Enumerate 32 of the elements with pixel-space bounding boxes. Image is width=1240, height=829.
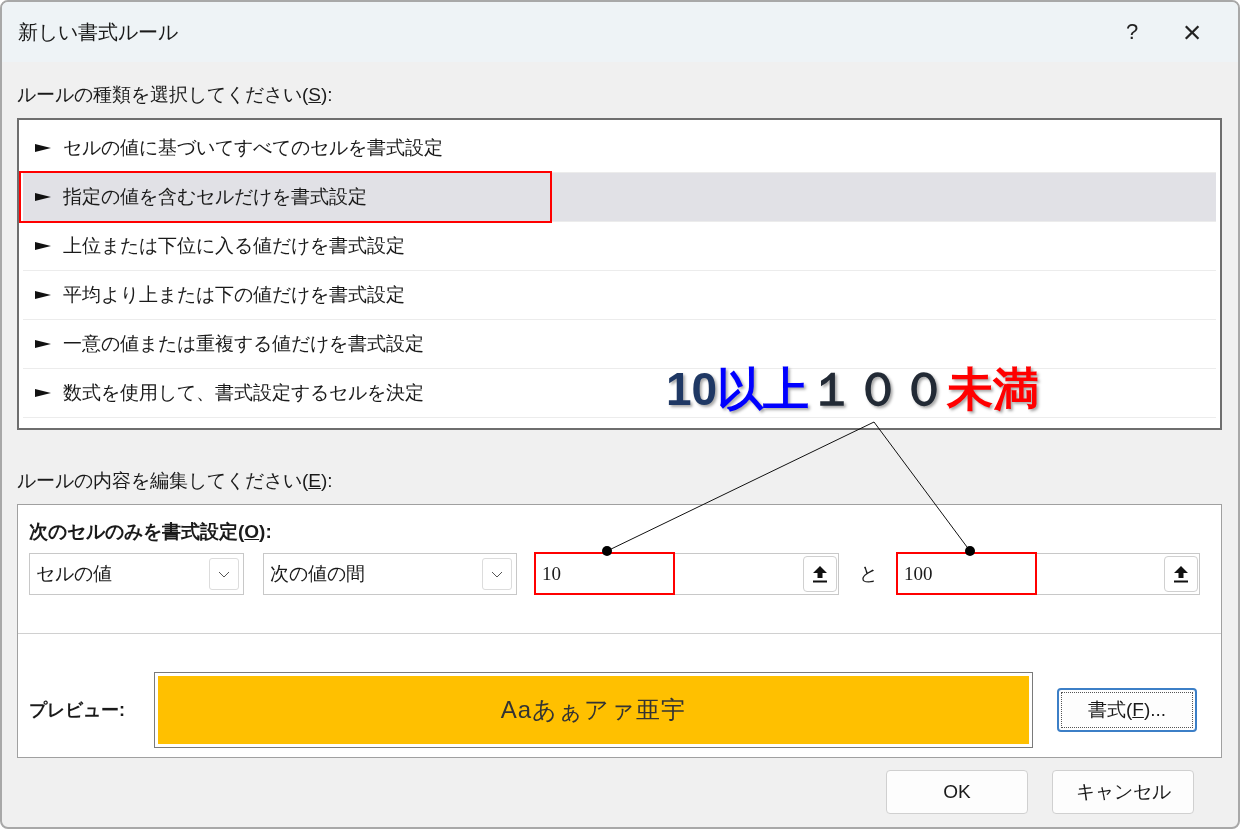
pointer-icon [35,192,51,202]
pointer-icon [35,143,51,153]
list-item[interactable]: 数式を使用して、書式設定するセルを決定 [23,369,436,417]
cancel-button[interactable]: キャンセル [1052,770,1194,814]
dropdown[interactable]: 次の値の間 [263,553,517,595]
ok-button[interactable]: OK [886,770,1028,814]
range-select-button[interactable] [1164,556,1198,592]
range-select-button[interactable] [803,556,837,592]
chevron-icon [491,570,503,578]
upload-icon [812,565,828,583]
pointer-icon [35,388,51,398]
pointer-icon [35,241,51,251]
section-label: ルールの種類を選択してください(S): [17,83,333,107]
pointer-icon [35,339,51,349]
upload-icon [1173,565,1189,583]
preview-label: プレビュー: [29,699,126,722]
dropdown[interactable]: セルの値 [29,553,244,595]
joiner-label: と [857,562,879,586]
help-button[interactable]: ? [1102,18,1162,46]
section-heading: 次のセルのみを書式設定(O): [29,520,272,544]
list-item[interactable]: 上位または下位に入る値だけを書式設定 [23,222,417,270]
format-button[interactable]: 書式(F)... [1057,688,1197,732]
section-label: ルールの内容を編集してください(E): [17,469,333,493]
preview-sample-text: Aaあぁアァ亜宇 [500,695,687,725]
close-button[interactable]: × [1162,12,1222,52]
window-title: 新しい書式ルール [18,19,179,45]
chevron-icon [218,570,230,578]
list-item[interactable]: 一意の値または重複する値だけを書式設定 [23,320,436,368]
list-item[interactable]: 平均より上または下の値だけを書式設定 [23,271,417,319]
list-item[interactable]: セルの値に基づいてすべてのセルを書式設定 [23,124,455,172]
pointer-icon [35,290,51,300]
annotation-text: 10以上 １００未満 [666,362,1040,417]
